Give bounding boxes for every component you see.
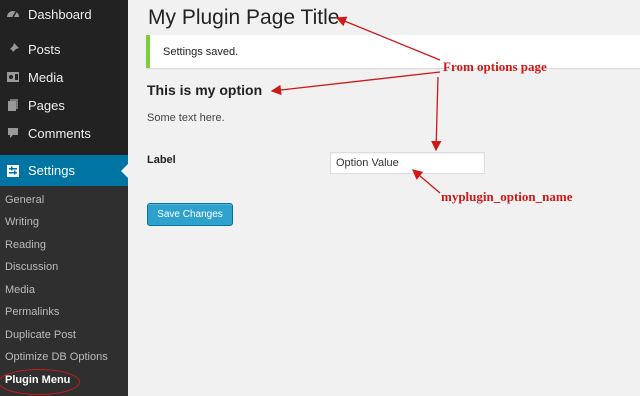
arrow-to-input-name — [412, 169, 441, 194]
arrow-to-section — [270, 71, 441, 96]
arrow-to-title — [335, 16, 441, 61]
annotation-arrows — [270, 16, 442, 194]
arrow-to-input — [431, 76, 442, 152]
